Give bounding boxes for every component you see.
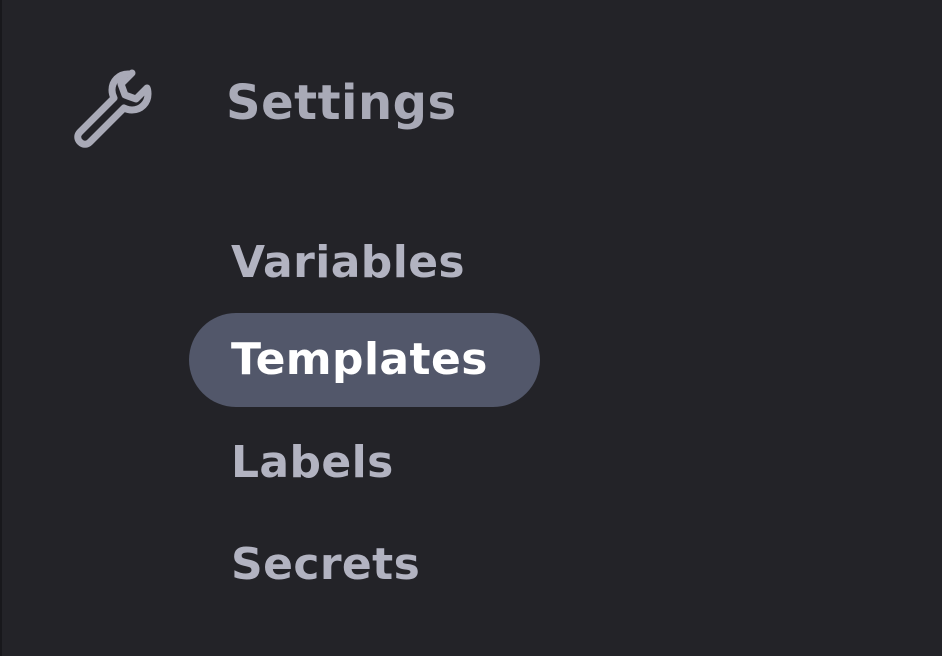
sidebar-item-templates[interactable]: Templates xyxy=(189,313,540,407)
sidebar-item-labels[interactable]: Labels xyxy=(189,416,541,510)
sidebar-item-secrets[interactable]: Secrets xyxy=(189,518,541,612)
settings-title: Settings xyxy=(226,75,457,131)
settings-sidebar: Settings Variables Templates Labels Secr… xyxy=(0,0,942,656)
sidebar-item-variables[interactable]: Variables xyxy=(189,216,541,310)
wrench-icon xyxy=(70,66,154,150)
settings-section-header: Settings xyxy=(0,60,942,150)
